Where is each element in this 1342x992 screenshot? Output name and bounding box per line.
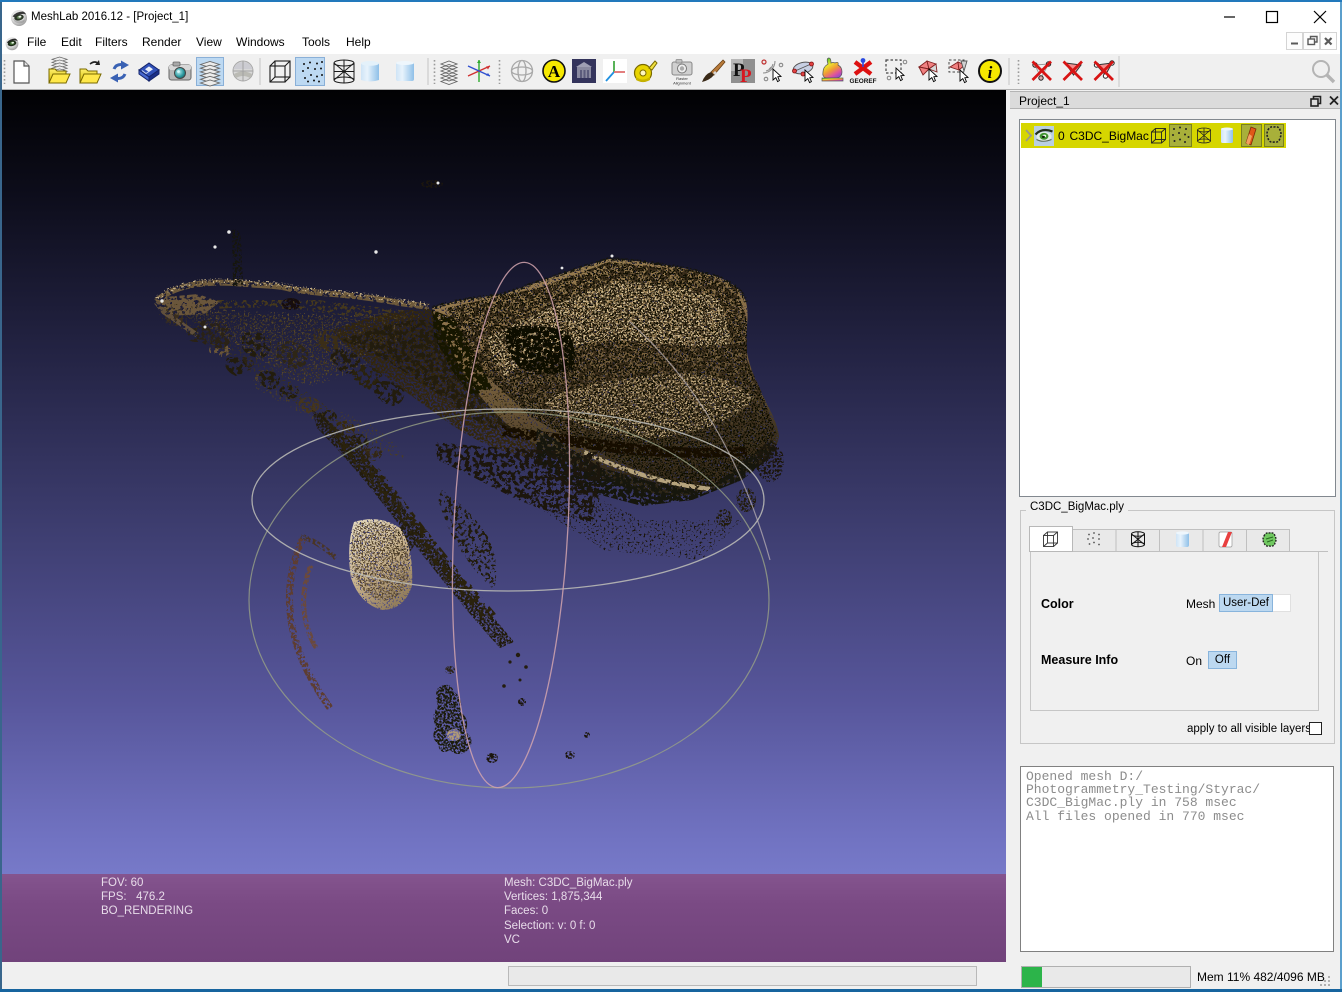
svg-text:C3DC_BigMac: C3DC_BigMac: [1070, 129, 1149, 143]
svg-text:i: i: [988, 63, 993, 82]
svg-text:A: A: [548, 62, 561, 81]
svg-text:P: P: [740, 66, 752, 87]
svg-text:Alignment: Alignment: [673, 81, 692, 86]
svg-text:GEOREF: GEOREF: [850, 78, 877, 85]
svg-text:0: 0: [1058, 129, 1065, 143]
